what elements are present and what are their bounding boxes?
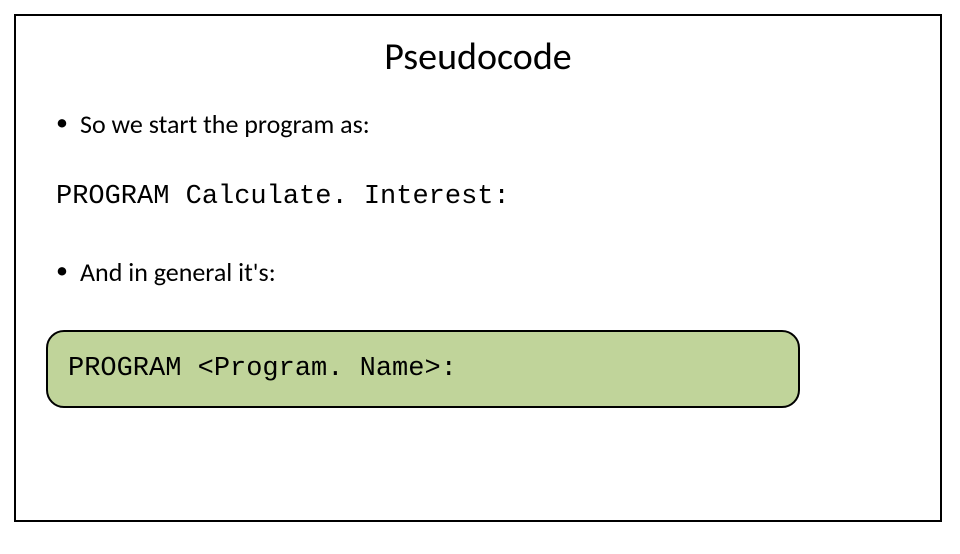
bullet-item: And in general it's: (56, 256, 900, 288)
slide-title: Pseudocode (16, 34, 940, 80)
slide-content: So we start the program as: PROGRAM Calc… (16, 108, 940, 408)
code-line: PROGRAM <Program. Name>: (68, 354, 778, 384)
code-line: PROGRAM Calculate. Interest: (56, 182, 900, 212)
slide-frame: Pseudocode So we start the program as: P… (14, 14, 942, 522)
bullet-item: So we start the program as: (56, 108, 900, 140)
highlight-box: PROGRAM <Program. Name>: (46, 330, 800, 408)
